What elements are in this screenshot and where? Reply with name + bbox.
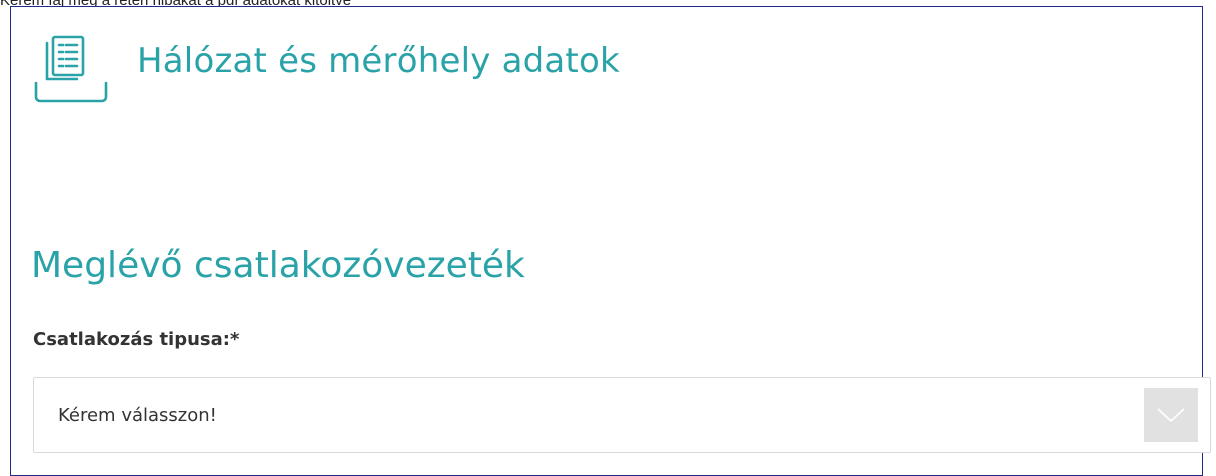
connection-type-value: Kérem válasszon! [58,405,217,426]
section-title: Hálózat és mérőhely adatok [137,41,620,81]
document-list-icon [34,35,108,103]
connection-type-label: Csatlakozás tipusa:* [33,329,240,350]
chevron-down-icon [1157,408,1185,423]
connection-type-select[interactable]: Kérem válasszon! [33,377,1211,453]
subsection-title: Meglévő csatlakozóvezeték [31,245,525,286]
content-frame: Hálózat és mérőhely adatok Meglévő csatl… [10,6,1211,476]
select-arrow-button[interactable] [1144,388,1198,442]
